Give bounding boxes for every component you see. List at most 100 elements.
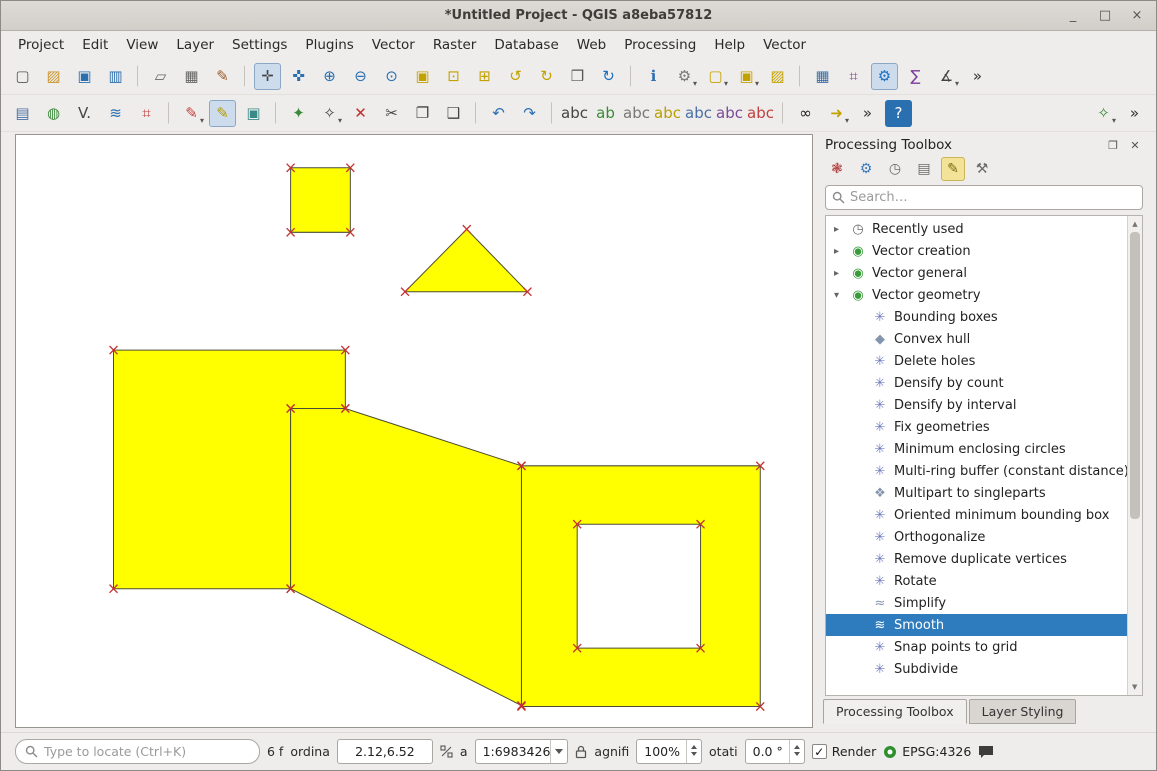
edit-features-inplace-icon[interactable]: ✎ — [941, 157, 965, 181]
alg-rotate[interactable]: ✳ Rotate — [826, 570, 1127, 592]
scale-combo[interactable]: 1:6983426 — [475, 739, 569, 764]
layer-labeling-button[interactable]: abc — [561, 100, 588, 127]
select-by-value-button[interactable]: ▣ — [733, 63, 760, 90]
alg-bounding-boxes[interactable]: ✳ Bounding boxes — [826, 306, 1127, 328]
help-contents-button[interactable]: ? — [885, 100, 912, 127]
alg-densify-by-interval[interactable]: ✳ Densify by interval — [826, 394, 1127, 416]
maximize-button[interactable]: □ — [1094, 5, 1116, 27]
processing-toolbox-button[interactable]: ⚙ — [871, 63, 898, 90]
zoom-full-button[interactable]: ▣ — [409, 63, 436, 90]
delete-selected-button[interactable]: ✕ — [347, 100, 374, 127]
group-vector-creation[interactable]: ◉ Vector creation — [826, 240, 1127, 262]
binoculars-button[interactable]: ∞ — [792, 100, 819, 127]
alg-densify-by-count[interactable]: ✳ Densify by count — [826, 372, 1127, 394]
results-viewer-icon[interactable]: ▤ — [912, 157, 936, 181]
alg-multipart-to-singleparts[interactable]: ❖ Multipart to singleparts — [826, 482, 1127, 504]
redo-button[interactable]: ↷ — [516, 100, 543, 127]
close-button[interactable]: × — [1126, 5, 1148, 27]
map-canvas[interactable] — [15, 134, 813, 728]
options-icon[interactable]: ⚒ — [970, 157, 994, 181]
magnifier-spinbox[interactable]: 100% — [636, 739, 702, 764]
run-feature-action-button[interactable]: ⚙ — [671, 63, 698, 90]
alg-fix-geometries[interactable]: ✳ Fix geometries — [826, 416, 1127, 438]
paste-features-button[interactable]: ❑ — [440, 100, 467, 127]
menu-item[interactable]: Layer — [167, 33, 223, 57]
messages-icon[interactable] — [978, 745, 994, 759]
spinner-arrows[interactable] — [686, 740, 701, 763]
pan-map-button[interactable]: ✛ — [254, 63, 281, 90]
crs-indicator[interactable]: EPSG:4326 — [883, 744, 971, 759]
new-print-layout-button[interactable]: ▱ — [147, 63, 174, 90]
alg-delete-holes[interactable]: ✳ Delete holes — [826, 350, 1127, 372]
alg-snap-points-to-grid[interactable]: ✳ Snap points to grid — [826, 636, 1127, 658]
advanced-digitizing-button[interactable]: ✧ — [1090, 100, 1117, 127]
scrollbar-thumb[interactable] — [1130, 232, 1140, 519]
alg-multi-ring-buffer[interactable]: ✳ Multi-ring buffer (constant distance) — [826, 460, 1127, 482]
expand-arrow-icon[interactable] — [834, 246, 844, 257]
toolbar2-extension2-button[interactable]: » — [1121, 100, 1148, 127]
menu-item[interactable]: Raster — [424, 33, 486, 57]
menu-item[interactable]: Vector — [754, 33, 815, 57]
add-polygon-feature-button[interactable]: ✦ — [285, 100, 312, 127]
titlebar[interactable]: *Untitled Project - QGIS a8eba57812 _ □ … — [1, 1, 1156, 31]
separator[interactable] — [782, 102, 784, 124]
zoom-in-button[interactable]: ⊕ — [316, 63, 343, 90]
expand-arrow-icon[interactable] — [834, 224, 844, 235]
plugin-arrow-button[interactable]: ➜ — [823, 100, 850, 127]
toggle-editing-button[interactable]: ✎ — [209, 100, 236, 127]
open-project-button[interactable]: ▨ — [40, 63, 67, 90]
spinner-arrows[interactable] — [789, 740, 804, 763]
separator[interactable] — [551, 102, 553, 124]
separator[interactable] — [475, 102, 477, 124]
menu-item[interactable]: Edit — [73, 33, 117, 57]
tab-layer-styling[interactable]: Layer Styling — [969, 699, 1077, 724]
save-project-button[interactable]: ▣ — [71, 63, 98, 90]
history-icon[interactable]: ◷ — [883, 157, 907, 181]
change-label-button[interactable]: abc — [747, 100, 774, 127]
toolbar2-extension-button[interactable]: » — [854, 100, 881, 127]
save-layer-edits-button[interactable]: ▣ — [240, 100, 267, 127]
menu-item[interactable]: Settings — [223, 33, 296, 57]
coordinate-input[interactable] — [337, 739, 433, 764]
render-toggle[interactable]: Render — [812, 744, 877, 759]
alg-simplify[interactable]: ≈ Simplify — [826, 592, 1127, 614]
group-recently-used[interactable]: ◷ Recently used — [826, 218, 1127, 240]
new-geopackage-button[interactable]: ◍ — [40, 100, 67, 127]
tab-processing-toolbox[interactable]: Processing Toolbox — [823, 699, 967, 724]
locate-box[interactable] — [15, 739, 260, 764]
identify-features-button[interactable]: ℹ — [640, 63, 667, 90]
measure-button[interactable]: ∡ — [933, 63, 960, 90]
new-map-view-button[interactable]: ❒ — [564, 63, 591, 90]
menu-item[interactable]: Processing — [615, 33, 705, 57]
layer-diagram-button[interactable]: ab — [592, 100, 619, 127]
separator[interactable] — [137, 65, 139, 87]
models-icon[interactable]: ❃ — [825, 157, 849, 181]
chevron-down-icon[interactable] — [550, 740, 567, 763]
dock-close-icon[interactable]: ✕ — [1127, 137, 1143, 153]
alg-smooth[interactable]: ≋ Smooth — [826, 614, 1127, 636]
add-vector-layer-button[interactable]: V. — [71, 100, 98, 127]
extents-icon[interactable] — [440, 745, 453, 758]
field-calculator-button[interactable]: ⌗ — [840, 63, 867, 90]
current-edits-button[interactable]: ✎ — [178, 100, 205, 127]
style-manager-button[interactable]: ✎ — [209, 63, 236, 90]
scroll-up-icon[interactable] — [1128, 216, 1142, 231]
select-features-button[interactable]: ▢ — [702, 63, 729, 90]
expand-arrow-icon[interactable] — [834, 268, 844, 279]
move-label-button[interactable]: abc — [685, 100, 712, 127]
menu-item[interactable]: Plugins — [296, 33, 362, 57]
menu-item[interactable]: Web — [568, 33, 615, 57]
alg-orthogonalize[interactable]: ✳ Orthogonalize — [826, 526, 1127, 548]
menu-item[interactable]: Database — [485, 33, 567, 57]
zoom-last-button[interactable]: ↺ — [502, 63, 529, 90]
cut-features-button[interactable]: ✂ — [378, 100, 405, 127]
add-delimited-text-button[interactable]: ⌗ — [133, 100, 160, 127]
expand-arrow-icon[interactable] — [834, 290, 844, 301]
zoom-to-selection-button[interactable]: ⊡ — [440, 63, 467, 90]
alg-convex-hull[interactable]: ◆ Convex hull — [826, 328, 1127, 350]
locate-input[interactable] — [44, 744, 250, 759]
open-attribute-table-button[interactable]: ▦ — [809, 63, 836, 90]
alg-subdivide[interactable]: ✳ Subdivide — [826, 658, 1127, 680]
statistical-summary-button[interactable]: ∑ — [902, 63, 929, 90]
zoom-native-button[interactable]: ⊙ — [378, 63, 405, 90]
